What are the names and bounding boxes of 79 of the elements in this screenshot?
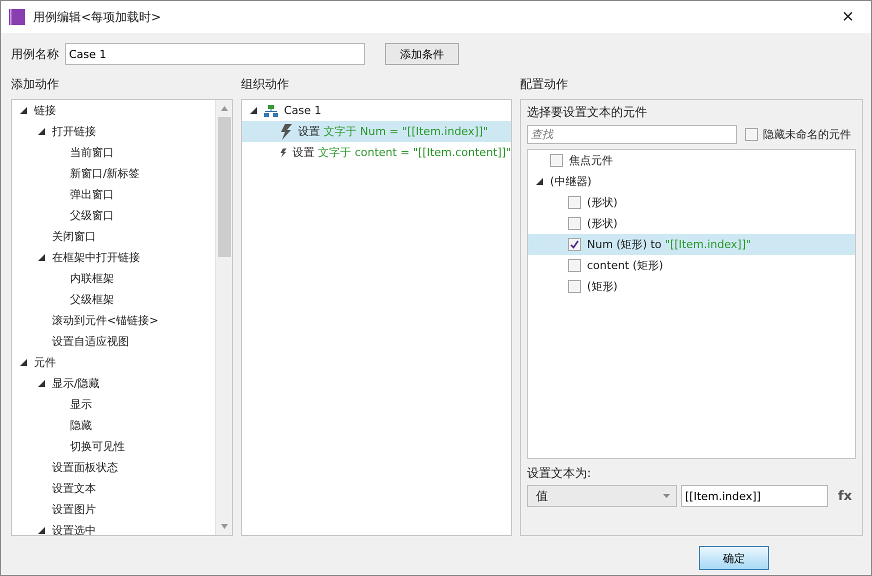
widget-row[interactable]: (形状) [528,192,855,213]
scroll-up-arrow-icon[interactable] [221,106,228,111]
hierarchy-icon [264,104,278,116]
case-name-field[interactable]: Case 1 [65,43,365,65]
expand-triangle-icon[interactable] [20,358,28,366]
ok-button[interactable]: 确定 [699,546,769,570]
action-tree-item[interactable]: 隐藏 [70,418,92,433]
expand-triangle-icon[interactable] [250,106,258,114]
checkbox[interactable] [568,280,581,293]
expand-triangle-icon[interactable] [20,106,28,114]
action-tree-item[interactable]: 弹出窗口 [70,187,114,202]
window-title: 用例编辑<每项加载时> [33,8,162,26]
text-value-field[interactable]: [[Item.index]] [681,485,828,507]
widget-row[interactable]: (矩形) [528,276,855,297]
scrollbar[interactable] [215,100,232,535]
mode-dropdown[interactable]: 值 [527,485,677,507]
widget-label: (形状) [587,195,618,210]
widget-label: Num (矩形) to "[[Item.index]]" [587,237,751,252]
case-name-label: 用例名称 [11,46,59,62]
checkbox[interactable] [568,259,581,272]
widget-label: (矩形) [587,279,618,294]
section-heading: 组织动作 [241,76,290,93]
action-tree-item[interactable]: 当前窗口 [70,145,114,160]
close-button[interactable]: × [833,6,863,28]
dropdown-caret-icon [663,494,670,498]
set-text-label: 设置文本为: [527,465,592,482]
widget-row[interactable]: Num (矩形) to "[[Item.index]]" [528,234,855,255]
widget-label: (形状) [587,216,618,231]
checkbox[interactable] [568,196,581,209]
lightning-icon [280,124,292,140]
action-tree-item[interactable]: 在框架中打开链接 [52,250,140,265]
expand-triangle-icon[interactable] [536,178,544,186]
action-row[interactable]: 设置 文字于 Num = "[[Item.index]]" [242,121,511,142]
action-row[interactable]: 设置 文字于 content = "[[Item.content]]" [242,142,511,163]
widget-row[interactable]: content (矩形) [528,255,855,276]
action-tree-item[interactable]: 显示 [70,397,92,412]
action-tree-item[interactable]: 父级窗口 [70,208,114,223]
search-field[interactable]: 查找 [527,125,737,144]
widget-label: 焦点元件 [569,153,613,168]
checkbox[interactable] [550,154,563,167]
expand-triangle-icon[interactable] [38,254,46,262]
expand-triangle-icon[interactable] [38,128,46,136]
action-tree-item[interactable]: 设置选中 [52,523,96,535]
action-tree-item[interactable]: 滚动到元件<锚链接> [52,313,158,328]
action-text: 设置 文字于 Num = "[[Item.index]]" [298,124,488,139]
case-label[interactable]: Case 1 [284,104,322,117]
widget-row[interactable]: 焦点元件 [528,150,855,171]
checkbox[interactable] [745,128,758,141]
fx-button[interactable]: fx [838,488,852,504]
action-tree-item[interactable]: 内联框架 [70,271,114,286]
action-tree-item[interactable]: 设置文本 [52,481,96,496]
app-logo-icon [9,9,25,25]
widget-label: content (矩形) [587,258,664,273]
checkbox[interactable] [568,238,581,251]
expand-triangle-icon[interactable] [38,380,46,388]
action-tree-item[interactable]: 设置自适应视图 [52,334,129,349]
add-condition-button[interactable]: 添加条件 [385,43,459,65]
action-tree-item[interactable]: 打开链接 [52,124,96,139]
scroll-down-arrow-icon[interactable] [221,524,228,529]
action-tree-item[interactable]: 元件 [34,355,56,370]
action-tree-item[interactable]: 新窗口/新标签 [70,166,140,181]
widget-label: (中继器) [550,174,592,189]
action-tree-item[interactable]: 父级框架 [70,292,114,307]
action-text: 设置 文字于 content = "[[Item.content]]" [292,145,511,160]
action-tree-item[interactable]: 设置图片 [52,502,96,517]
checkbox[interactable] [568,217,581,230]
scrollbar-thumb[interactable] [218,117,231,257]
widget-row[interactable]: (中继器) [528,171,855,192]
action-tree-item[interactable]: 显示/隐藏 [52,376,100,391]
widget-select-label: 选择要设置文本的元件 [527,104,648,121]
action-tree-item[interactable]: 关闭窗口 [52,229,96,244]
hide-unnamed-label: 隐藏未命名的元件 [763,127,851,142]
expand-triangle-icon[interactable] [38,526,46,534]
section-heading: 配置动作 [520,76,569,93]
action-tree-item[interactable]: 切换可见性 [70,439,125,454]
action-tree-item[interactable]: 链接 [34,103,56,118]
widget-row[interactable]: (形状) [528,213,855,234]
section-heading: 添加动作 [11,76,60,93]
action-tree-item[interactable]: 设置面板状态 [52,460,118,475]
